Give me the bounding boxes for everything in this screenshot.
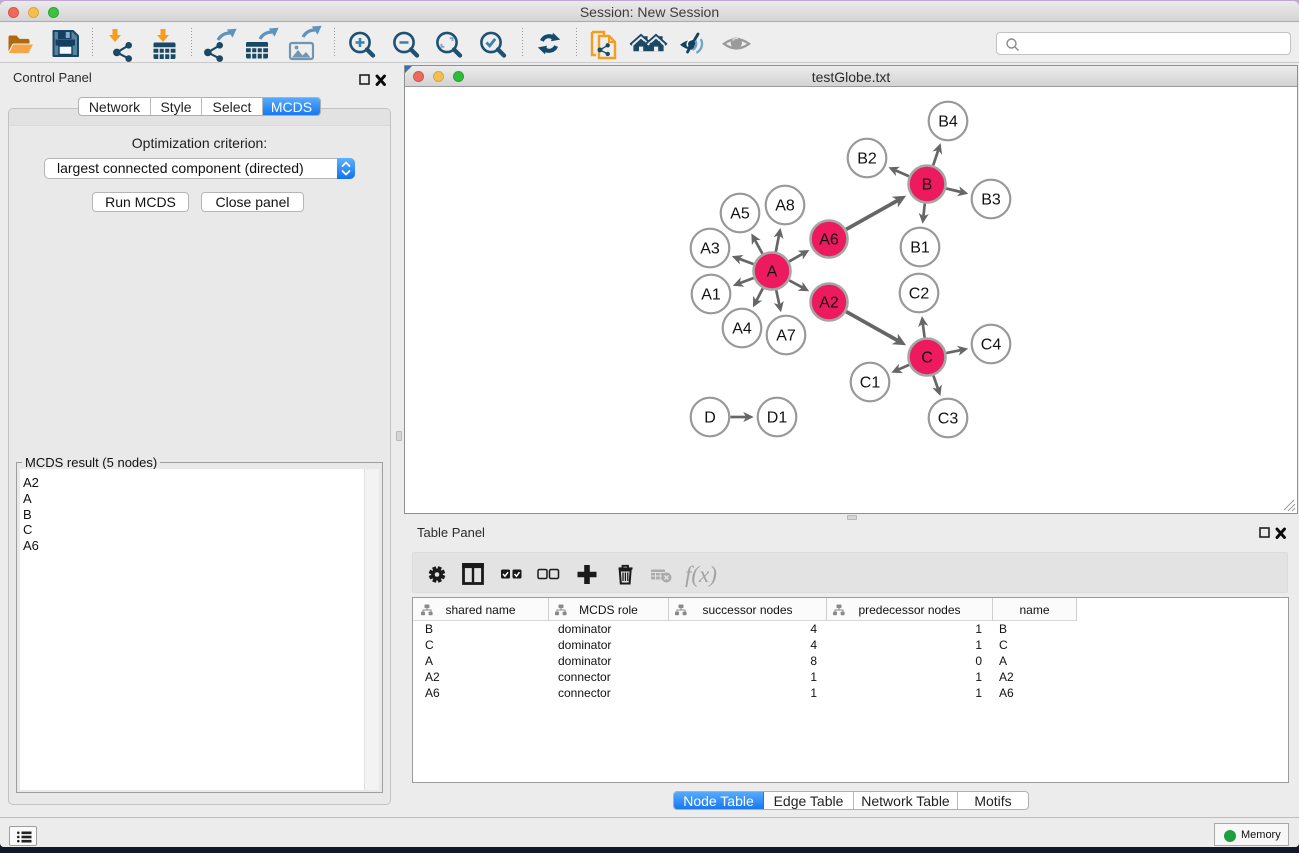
svg-text:A4: A4 [732,321,752,338]
svg-text:f(x): f(x) [685,562,717,587]
svg-text:A: A [767,264,778,281]
svg-text:A2: A2 [819,295,839,312]
svg-text:C: C [921,350,933,367]
svg-text:B: B [922,177,933,194]
svg-text:A1: A1 [701,287,721,304]
svg-text:C4: C4 [981,337,1002,354]
svg-text:A5: A5 [730,206,750,223]
svg-text:A8: A8 [775,198,795,215]
svg-text:C2: C2 [909,286,930,303]
svg-text:A6: A6 [819,232,839,249]
svg-text:B2: B2 [857,151,877,168]
svg-text:A3: A3 [700,241,720,258]
svg-text:B4: B4 [938,114,958,131]
svg-text:B3: B3 [981,192,1001,209]
svg-text:C1: C1 [860,375,881,392]
svg-text:D: D [704,410,716,427]
svg-text:B1: B1 [910,240,930,257]
svg-text:C3: C3 [938,411,959,428]
svg-text:D1: D1 [767,410,788,427]
svg-text:A7: A7 [776,328,796,345]
